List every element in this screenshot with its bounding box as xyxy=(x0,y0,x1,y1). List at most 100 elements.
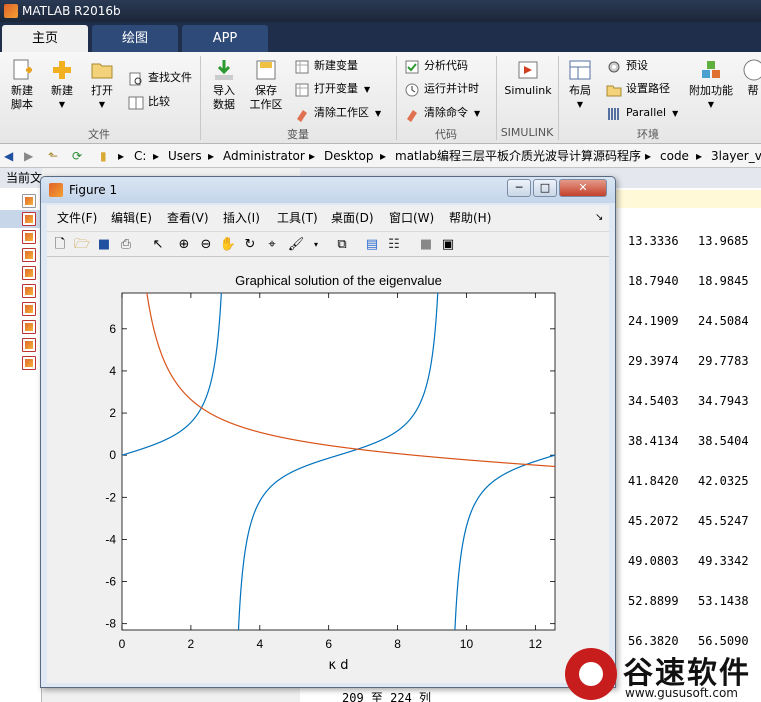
m-file-icon[interactable] xyxy=(22,266,36,280)
colorbar-icon[interactable]: ▤ xyxy=(363,236,381,254)
new-variable-button[interactable]: 新建变量 xyxy=(294,58,358,76)
m-file-icon[interactable] xyxy=(22,302,36,316)
analyze-code-button[interactable]: 分析代码 xyxy=(404,58,468,76)
rotate-3d-icon[interactable]: ↻ xyxy=(241,236,259,254)
pan-hand-icon[interactable]: ✋ xyxy=(219,236,237,254)
menu-dock-arrow-icon[interactable]: ↘ xyxy=(595,205,603,231)
hide-plot-tools-icon[interactable]: ■ xyxy=(417,236,435,254)
open-label: 打开 xyxy=(91,84,113,97)
figure-window[interactable]: Figure 1 ─ □ ✕ 文件(F) 编辑(E) 查看(V) 插入(I) 工… xyxy=(40,176,616,688)
environment-group-label: 环境 xyxy=(637,128,659,141)
breadcrumb-item[interactable]: C: xyxy=(134,144,146,168)
maximize-button[interactable]: □ xyxy=(533,179,557,197)
y-tick-label: 4 xyxy=(109,364,116,378)
m-file-icon[interactable] xyxy=(22,248,36,262)
watermark: 谷速软件 www.gususoft.com xyxy=(565,648,761,702)
help-label: 帮 xyxy=(747,84,759,97)
find-files-button[interactable]: 查找文件 xyxy=(128,70,192,88)
clear-commands-button[interactable]: 清除命令 ▼ xyxy=(404,105,480,123)
file-icon[interactable] xyxy=(22,194,36,208)
menu-tools[interactable]: 工具(T) xyxy=(277,205,318,231)
run-and-time-button[interactable]: 运行并计时 xyxy=(404,81,479,99)
save-icon[interactable]: ■ xyxy=(95,236,113,254)
menu-desktop[interactable]: 桌面(D) xyxy=(331,205,374,231)
command-output-value: 56.3820 xyxy=(628,634,679,648)
new-script-button[interactable]: 新建 脚本 xyxy=(4,58,40,112)
breadcrumb-item[interactable]: 3layer_v2 xyxy=(711,144,761,168)
app-titlebar: MATLAB R2016b xyxy=(0,0,761,22)
import-data-button[interactable]: 导入 数据 xyxy=(206,58,242,112)
menu-help[interactable]: 帮助(H) xyxy=(449,205,491,231)
m-file-icon[interactable] xyxy=(22,320,36,334)
data-cursor-icon[interactable]: ⌖ xyxy=(263,236,281,254)
brush-dropdown-icon[interactable]: ▾ xyxy=(307,236,325,254)
breadcrumb-item[interactable]: code xyxy=(660,144,689,168)
layout-button[interactable]: 布局 ▼ xyxy=(562,58,598,112)
breadcrumb-item[interactable]: Administrator xyxy=(223,144,305,168)
minimize-button[interactable]: ─ xyxy=(507,179,531,197)
up-folder-icon[interactable]: ⬑ xyxy=(48,144,58,168)
simulink-label: Simulink xyxy=(504,84,552,97)
m-file-icon[interactable] xyxy=(22,284,36,298)
preferences-button[interactable]: 预设 xyxy=(606,58,648,76)
menu-window[interactable]: 窗口(W) xyxy=(389,205,434,231)
new-figure-icon[interactable]: 🗋 xyxy=(51,236,69,254)
set-path-icon xyxy=(606,85,622,97)
save-workspace-label: 保存 工作区 xyxy=(249,84,283,111)
parallel-button[interactable]: Parallel ▼ xyxy=(606,105,678,123)
zoom-out-icon[interactable]: ⊖ xyxy=(197,236,215,254)
compare-button[interactable]: 比较 xyxy=(128,94,170,112)
zoom-in-icon[interactable]: ⊕ xyxy=(175,236,193,254)
analyze-code-label: 分析代码 xyxy=(424,59,468,72)
set-path-button[interactable]: 设置路径 xyxy=(606,81,670,99)
figure-canvas[interactable]: Graphical solution of the eigenvalue κ d 0… xyxy=(47,257,609,683)
y-tick-label: -4 xyxy=(105,532,116,546)
clear-workspace-button[interactable]: 清除工作区 ▼ xyxy=(294,105,381,123)
ribbon-tabbar: 主页 绘图 APP xyxy=(0,22,761,52)
breadcrumb-item[interactable]: Users xyxy=(168,144,202,168)
new-button[interactable]: 新建 ▼ xyxy=(44,58,80,112)
menu-insert[interactable]: 插入(I) xyxy=(223,205,260,231)
close-button[interactable]: ✕ xyxy=(559,179,607,197)
ribbon: 新建 脚本 新建 ▼ 打开 ▼ 查找文件 比较 文件 导入 数据 保存 工作区 … xyxy=(0,52,761,144)
gusu-logo-icon xyxy=(565,648,617,700)
menu-edit[interactable]: 编辑(E) xyxy=(111,205,152,231)
save-workspace-button[interactable]: 保存 工作区 xyxy=(246,58,286,112)
folder-icon: ▮ xyxy=(100,149,107,163)
tab-apps[interactable]: APP xyxy=(182,25,268,52)
find-files-label: 查找文件 xyxy=(148,71,192,84)
legend-icon[interactable]: ☷ xyxy=(385,236,403,254)
forward-arrow-icon[interactable]: ▶ xyxy=(24,144,33,168)
m-file-icon[interactable] xyxy=(22,212,36,226)
browse-folder-icon[interactable]: ⟳ xyxy=(72,144,82,168)
help-button[interactable]: 帮 xyxy=(742,58,761,98)
m-file-icon[interactable] xyxy=(22,356,36,370)
open-variable-button[interactable]: 打开变量 ▼ xyxy=(294,81,370,99)
back-arrow-icon[interactable]: ◀ xyxy=(4,144,13,168)
menu-view[interactable]: 查看(V) xyxy=(167,205,209,231)
link-plot-icon[interactable]: ⧉ xyxy=(333,236,351,254)
brush-icon[interactable]: 🖌 xyxy=(287,236,305,254)
breadcrumb-item[interactable]: Desktop xyxy=(324,144,374,168)
open-button[interactable]: 打开 ▼ xyxy=(84,58,120,112)
tab-plots[interactable]: 绘图 xyxy=(92,25,178,52)
select-arrow-icon[interactable]: ↖ xyxy=(149,236,167,254)
figure-menubar: 文件(F) 编辑(E) 查看(V) 插入(I) 工具(T) 桌面(D) 窗口(W… xyxy=(47,205,609,231)
addons-button[interactable]: 附加功能 ▼ xyxy=(686,58,736,112)
m-file-icon[interactable] xyxy=(22,338,36,352)
command-output-value: 52.8899 xyxy=(628,594,679,608)
simulink-button[interactable]: Simulink xyxy=(500,58,556,98)
show-plot-tools-icon[interactable]: ▣ xyxy=(439,236,457,254)
m-file-icon[interactable] xyxy=(22,230,36,244)
open-file-icon[interactable]: 🗁 xyxy=(73,236,91,254)
x-tick-label: 4 xyxy=(256,637,263,651)
tab-home[interactable]: 主页 xyxy=(2,25,88,52)
x-tick-label: 10 xyxy=(460,637,474,651)
breadcrumb-item[interactable]: matlab编程三层平板介质光波导计算源码程序 xyxy=(395,144,641,168)
y-tick-label: 2 xyxy=(109,406,116,420)
import-icon xyxy=(215,60,233,80)
simulink-group-label: SIMULINK xyxy=(500,126,554,139)
chart-title: Graphical solution of the eigenvalue xyxy=(235,273,442,288)
menu-file[interactable]: 文件(F) xyxy=(57,205,97,231)
print-icon[interactable]: ⎙ xyxy=(117,236,135,254)
